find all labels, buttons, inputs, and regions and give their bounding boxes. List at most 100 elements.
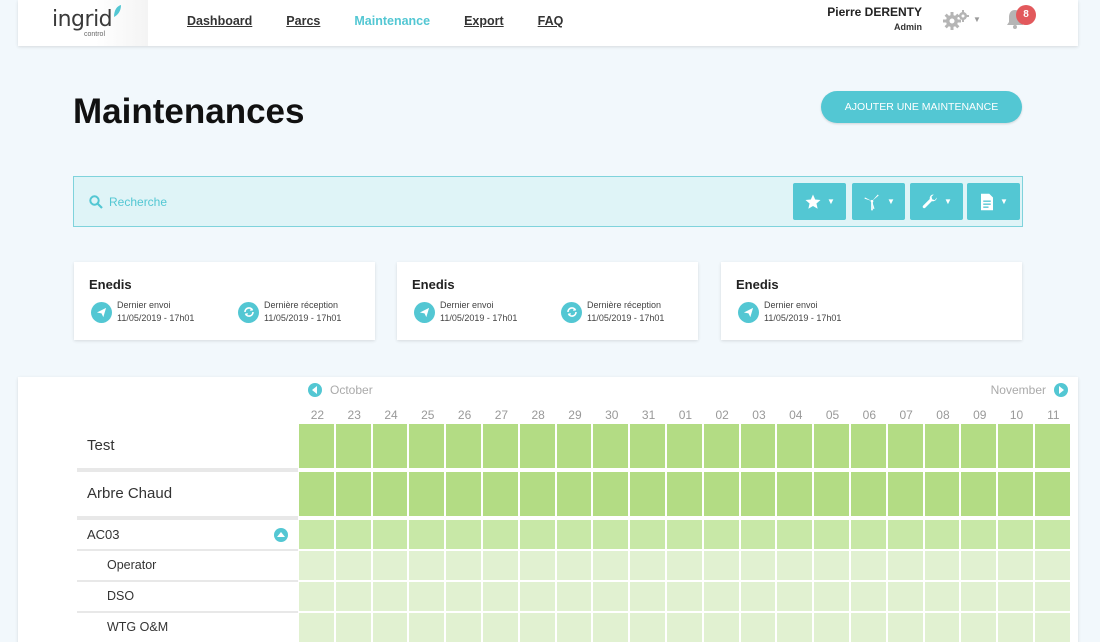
timeline-cell[interactable] xyxy=(372,472,410,516)
timeline-cell[interactable] xyxy=(666,472,704,516)
timeline-cell[interactable] xyxy=(1034,520,1072,549)
timeline-cell[interactable] xyxy=(998,472,1035,516)
row-label-arbre-chaud[interactable]: Arbre Chaud xyxy=(77,472,298,516)
timeline-cell[interactable] xyxy=(299,551,336,580)
timeline-cell[interactable] xyxy=(666,613,704,642)
timeline-cell[interactable] xyxy=(961,582,999,611)
timeline-cell[interactable] xyxy=(335,424,373,468)
timeline-cell[interactable] xyxy=(887,582,925,611)
timeline-cell[interactable] xyxy=(887,520,925,549)
nav-export[interactable]: Export xyxy=(464,14,504,28)
timeline-cell[interactable] xyxy=(593,520,631,549)
timeline-cell[interactable] xyxy=(519,424,557,468)
timeline-cell[interactable] xyxy=(372,520,410,549)
timeline-cell[interactable] xyxy=(593,582,631,611)
collapse-button[interactable] xyxy=(274,527,288,542)
timeline-cell[interactable] xyxy=(335,582,373,611)
timeline-cell[interactable] xyxy=(556,551,594,580)
timeline-cell[interactable] xyxy=(409,582,447,611)
timeline-cell[interactable] xyxy=(850,613,888,642)
timeline-cell[interactable] xyxy=(1034,472,1072,516)
timeline-cell[interactable] xyxy=(924,551,962,580)
timeline-cell[interactable] xyxy=(998,520,1035,549)
timeline-cell[interactable] xyxy=(335,551,373,580)
timeline-cell[interactable] xyxy=(446,551,483,580)
timeline-cell[interactable] xyxy=(556,520,594,549)
timeline-cell[interactable] xyxy=(850,472,888,516)
timeline-cell[interactable] xyxy=(372,582,410,611)
row-label-dso[interactable]: DSO xyxy=(77,582,298,611)
timeline-cell[interactable] xyxy=(887,424,925,468)
timeline-cell[interactable] xyxy=(924,520,962,549)
timeline-cell[interactable] xyxy=(409,613,447,642)
timeline-cell[interactable] xyxy=(850,424,888,468)
chevron-down-icon[interactable]: ▼ xyxy=(973,15,981,24)
timeline-cell[interactable] xyxy=(703,424,741,468)
timeline-cell[interactable] xyxy=(666,520,704,549)
row-label-wtg-o-m[interactable]: WTG O&M xyxy=(77,613,298,642)
maintenance-filter-button[interactable]: ▼ xyxy=(910,183,963,220)
timeline-cell[interactable] xyxy=(924,472,962,516)
timeline-cell[interactable] xyxy=(482,520,520,549)
timeline-cell[interactable] xyxy=(961,551,999,580)
timeline-cell[interactable] xyxy=(482,424,520,468)
add-maintenance-button[interactable]: AJOUTER UNE MAINTENANCE xyxy=(821,91,1022,123)
timeline-cell[interactable] xyxy=(740,551,778,580)
timeline-cell[interactable] xyxy=(961,424,999,468)
timeline-cell[interactable] xyxy=(998,582,1035,611)
timeline-cell[interactable] xyxy=(924,582,962,611)
timeline-cell[interactable] xyxy=(519,551,557,580)
timeline-cell[interactable] xyxy=(998,551,1035,580)
timeline-cell[interactable] xyxy=(777,551,815,580)
timeline-cell[interactable] xyxy=(630,582,667,611)
timeline-cell[interactable] xyxy=(519,613,557,642)
timeline-cell[interactable] xyxy=(593,472,631,516)
nav-parcs[interactable]: Parcs xyxy=(286,14,320,28)
timeline-cell[interactable] xyxy=(446,613,483,642)
timeline-cell[interactable] xyxy=(777,582,815,611)
timeline-cell[interactable] xyxy=(519,520,557,549)
timeline-cell[interactable] xyxy=(593,551,631,580)
timeline-cell[interactable] xyxy=(372,424,410,468)
timeline-cell[interactable] xyxy=(814,520,851,549)
logo[interactable]: ingrid control xyxy=(18,0,148,46)
timeline-cell[interactable] xyxy=(703,472,741,516)
gear-icon[interactable] xyxy=(942,9,970,31)
timeline-cell[interactable] xyxy=(777,520,815,549)
document-filter-button[interactable]: ▼ xyxy=(967,183,1020,220)
user-info[interactable]: Pierre DERENTY Admin xyxy=(827,5,922,32)
previous-month-button[interactable] xyxy=(308,383,322,397)
timeline-cell[interactable] xyxy=(335,613,373,642)
timeline-cell[interactable] xyxy=(299,472,336,516)
row-label-operator[interactable]: Operator xyxy=(77,551,298,580)
timeline-cell[interactable] xyxy=(446,582,483,611)
timeline-cell[interactable] xyxy=(887,613,925,642)
timeline-cell[interactable] xyxy=(335,472,373,516)
timeline-cell[interactable] xyxy=(740,424,778,468)
timeline-cell[interactable] xyxy=(1034,424,1072,468)
row-label-ac03[interactable]: AC03 xyxy=(77,520,298,549)
timeline-cell[interactable] xyxy=(666,551,704,580)
turbine-filter-button[interactable]: ▼ xyxy=(852,183,905,220)
timeline-cell[interactable] xyxy=(630,613,667,642)
timeline-cell[interactable] xyxy=(666,424,704,468)
timeline-cell[interactable] xyxy=(335,520,373,549)
timeline-cell[interactable] xyxy=(556,472,594,516)
timeline-cell[interactable] xyxy=(740,472,778,516)
timeline-cell[interactable] xyxy=(850,582,888,611)
timeline-cell[interactable] xyxy=(666,582,704,611)
timeline-cell[interactable] xyxy=(446,424,483,468)
favorites-filter-button[interactable]: ▼ xyxy=(793,183,846,220)
timeline-cell[interactable] xyxy=(1034,551,1072,580)
timeline-cell[interactable] xyxy=(740,582,778,611)
timeline-cell[interactable] xyxy=(961,520,999,549)
timeline-cell[interactable] xyxy=(777,424,815,468)
timeline-cell[interactable] xyxy=(998,424,1035,468)
timeline-cell[interactable] xyxy=(998,613,1035,642)
timeline-cell[interactable] xyxy=(630,551,667,580)
search-input[interactable] xyxy=(109,191,509,213)
timeline-cell[interactable] xyxy=(409,424,447,468)
timeline-cell[interactable] xyxy=(1034,613,1072,642)
timeline-cell[interactable] xyxy=(409,551,447,580)
timeline-cell[interactable] xyxy=(446,520,483,549)
